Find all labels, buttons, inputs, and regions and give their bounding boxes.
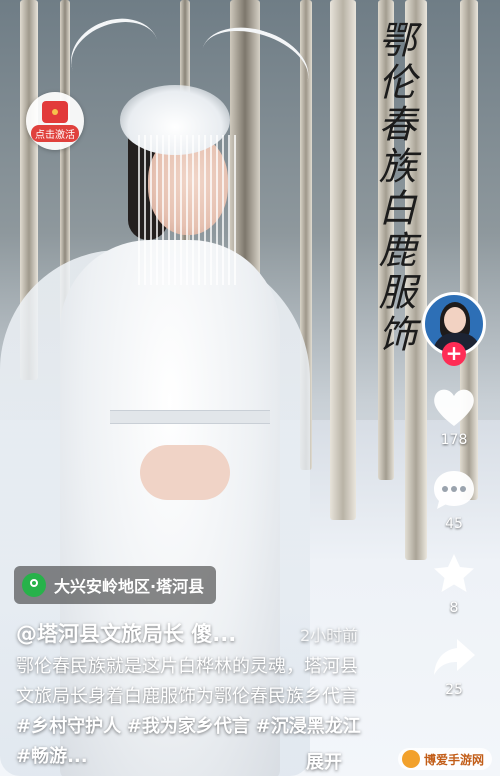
- caption-text: 鄂伦春民族就是这片白桦林的灵魂，塔河县文旅局长身着白鹿服饰为鄂伦春民族乡代言: [16, 656, 358, 707]
- share-arrow-icon: [434, 639, 475, 675]
- hashtag[interactable]: #乡村守护人: [16, 716, 121, 737]
- favorite-count: 8: [449, 600, 459, 616]
- share-button[interactable]: 25: [431, 636, 477, 698]
- watermark-logo-icon: [401, 750, 420, 768]
- site-watermark: 博爱手游网: [397, 748, 492, 770]
- red-packet-icon: [42, 100, 68, 123]
- comment-count: 45: [445, 516, 463, 532]
- location-text: 大兴安岭地区·塔河县: [54, 577, 205, 596]
- post-time: 2小时前: [300, 626, 359, 645]
- comment-icon: [434, 471, 474, 509]
- like-button[interactable]: 178: [431, 386, 477, 448]
- comment-button[interactable]: 45: [431, 468, 477, 532]
- favorite-button[interactable]: 8: [431, 552, 477, 616]
- star-icon: [434, 554, 474, 592]
- clasped-hands: [140, 445, 230, 500]
- dress-belt: [110, 410, 270, 424]
- share-count: 25: [445, 682, 463, 698]
- bead-fringe: [138, 135, 238, 285]
- hashtag[interactable]: #畅游...: [16, 746, 88, 767]
- location-chip[interactable]: 大兴安岭地区·塔河县: [14, 566, 217, 604]
- follow-button[interactable]: +: [442, 342, 466, 366]
- action-rail: + 178 45 8 25: [420, 292, 488, 698]
- expand-caption-button[interactable]: 展开: [306, 748, 342, 774]
- calligraphy-title: 鄂伦春族白鹿服饰: [372, 20, 416, 356]
- author-name[interactable]: @塔河县文旅局长 傻...: [16, 618, 236, 648]
- activate-badge[interactable]: 点击激活: [26, 92, 84, 150]
- heart-icon: [434, 389, 474, 426]
- like-count: 178: [440, 432, 468, 448]
- activate-label: 点击激活: [31, 124, 79, 142]
- hashtag[interactable]: #沉浸黑龙江: [256, 716, 361, 737]
- location-pin-icon: [22, 573, 46, 597]
- hashtag[interactable]: #我为家乡代言: [127, 716, 250, 737]
- watermark-text: 博爱手游网: [423, 752, 484, 767]
- avatar-face: [444, 307, 466, 333]
